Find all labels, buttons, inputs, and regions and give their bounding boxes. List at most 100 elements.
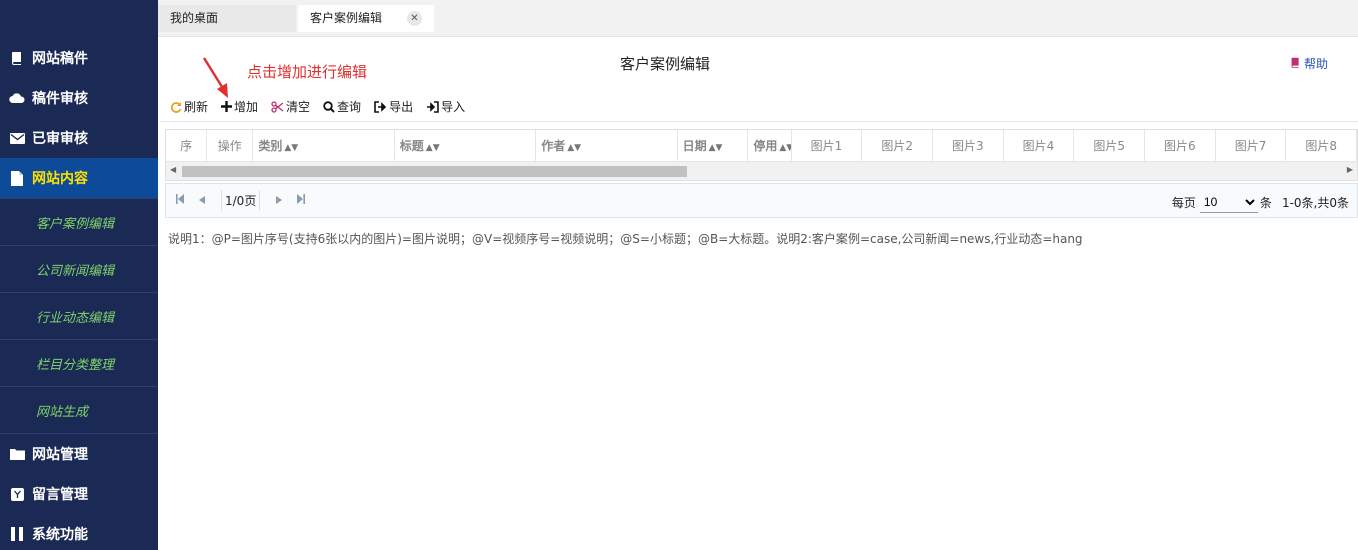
export-button[interactable]: 导出 (374, 98, 413, 115)
sidebar: 网站稿件 稿件审核 已审审核 网站内容 客户案例编辑 公司新闻编辑 行业动态编辑… (0, 0, 158, 550)
sidebar-subitem-case-edit[interactable]: 客户案例编辑 (0, 198, 158, 245)
horizontal-scrollbar[interactable]: ◀ ▶ (166, 162, 1357, 180)
sidebar-item-messages[interactable]: 留言管理 (0, 474, 158, 514)
col-image7: 图片7 (1216, 130, 1287, 162)
col-disabled[interactable]: 停用▲▼ (748, 130, 792, 162)
book-icon (9, 50, 25, 66)
sort-icon: ▲▼ (567, 143, 582, 153)
tab-case-edit[interactable]: 客户案例编辑 ✕ (298, 5, 434, 32)
pagination: 1/0页 每页 10 条 1-0条,共0条 (165, 183, 1358, 218)
col-image8: 图片8 (1286, 130, 1357, 162)
col-title[interactable]: 标题 ▲▼ (395, 130, 537, 162)
sidebar-top (0, 0, 158, 36)
sidebar-item-label: 网站稿件 (32, 51, 88, 67)
query-button[interactable]: 查询 (323, 98, 361, 115)
sidebar-item-label: 网站内容 (32, 171, 88, 187)
total-count: 1-0条,共0条 (1281, 196, 1349, 210)
sidebar-subitem-news-edit[interactable]: 公司新闻编辑 (0, 245, 158, 292)
toolbar: 刷新 增加 清空 查询 导出 导入 (160, 92, 1358, 122)
import-label: 导入 (441, 100, 466, 114)
col-label: 停用 (753, 139, 778, 153)
sidebar-item-label: 网站管理 (32, 447, 88, 463)
col-image6: 图片6 (1145, 130, 1216, 162)
col-label: 标题 (399, 139, 424, 153)
sort-icon: ▲▼ (284, 143, 299, 153)
annotation-text: 点击增加进行编辑 (247, 63, 368, 81)
page-title: 客户案例编辑 (620, 55, 711, 73)
cloud-icon (9, 90, 25, 106)
sidebar-item-label: 稿件审核 (32, 91, 88, 107)
tab-label: 我的桌面 (170, 11, 219, 25)
sidebar-item-reviewed[interactable]: 已审审核 (0, 118, 158, 158)
message-icon (9, 486, 25, 502)
tab-bar: 我的桌面 客户案例编辑 ✕ (158, 0, 1358, 37)
clear-label: 清空 (286, 100, 311, 114)
first-page-icon[interactable] (176, 194, 185, 207)
add-label: 增加 (234, 100, 259, 114)
col-category[interactable]: 类别 ▲▼ (253, 130, 395, 162)
pager-right: 每页 10 条 1-0条,共0条 (1172, 192, 1349, 213)
sidebar-subitem-category[interactable]: 栏目分类整理 (0, 339, 158, 386)
sidebar-item-site-manage[interactable]: 网站管理 (0, 434, 158, 474)
sort-icon: ▲▼ (779, 143, 790, 153)
refresh-button[interactable]: 刷新 (170, 98, 208, 115)
sidebar-item-review[interactable]: 稿件审核 (0, 78, 158, 118)
plus-icon (221, 101, 233, 112)
sidebar-item-label: 系统功能 (32, 527, 88, 543)
tab-desktop[interactable]: 我的桌面 (158, 5, 296, 32)
tab-label: 客户案例编辑 (310, 11, 383, 25)
col-date[interactable]: 日期 ▲▼ (678, 130, 749, 162)
col-image5: 图片5 (1074, 130, 1145, 162)
file-icon (9, 170, 25, 186)
import-button[interactable]: 导入 (426, 98, 465, 115)
col-index: 序 (166, 130, 208, 162)
col-label: 日期 (682, 139, 707, 153)
export-label: 导出 (389, 100, 414, 114)
per-page-label: 每页 (1171, 196, 1196, 210)
query-label: 查询 (337, 100, 362, 114)
sidebar-item-label: 留言管理 (32, 487, 88, 503)
scrollbar-thumb[interactable] (182, 166, 687, 177)
sidebar-subitem-generate[interactable]: 网站生成 (0, 386, 158, 433)
col-image4: 图片4 (1004, 130, 1075, 162)
refresh-icon (170, 101, 182, 113)
help-link[interactable]: 帮助 (1290, 55, 1328, 72)
scroll-right-icon[interactable]: ▶ (1347, 165, 1353, 174)
sidebar-item-content[interactable]: 网站内容 (0, 158, 158, 198)
col-image2: 图片2 (862, 130, 933, 162)
sort-icon: ▲▼ (708, 143, 723, 153)
export-icon (374, 100, 387, 113)
pause-icon (9, 526, 25, 542)
sidebar-subitem-industry-edit[interactable]: 行业动态编辑 (0, 292, 158, 339)
next-page-icon[interactable] (276, 194, 283, 207)
data-table: 序 操作 类别▲▼ 标题▲▼ 作者▲▼ 日期▲▼ 停用▲▼ 图片1 图片2 图片… (165, 129, 1358, 181)
sidebar-submenu: 客户案例编辑 公司新闻编辑 行业动态编辑 栏目分类整理 网站生成 (0, 198, 158, 434)
import-icon (426, 100, 439, 113)
prev-page-icon[interactable] (199, 194, 205, 207)
col-label: 作者 (541, 139, 566, 153)
scroll-left-icon[interactable]: ◀ (170, 165, 176, 174)
clear-button[interactable]: 清空 (271, 98, 310, 115)
sidebar-item-system[interactable]: 系统功能 (0, 514, 158, 550)
per-page-unit: 条 (1259, 196, 1272, 210)
close-icon[interactable]: ✕ (407, 11, 422, 26)
table-header: 序 操作 类别▲▼ 标题▲▼ 作者▲▼ 日期▲▼ 停用▲▼ 图片1 图片2 图片… (166, 130, 1357, 162)
col-author[interactable]: 作者 ▲▼ (536, 130, 678, 162)
sidebar-item-label: 已审审核 (32, 131, 88, 147)
col-image1: 图片1 (792, 130, 863, 162)
scissors-icon (271, 100, 284, 113)
help-label: 帮助 (1304, 57, 1329, 71)
folder-icon (9, 446, 25, 462)
per-page-select[interactable]: 10 (1199, 192, 1258, 213)
sort-icon: ▲▼ (425, 143, 440, 153)
col-image3: 图片3 (933, 130, 1004, 162)
col-label: 类别 (258, 139, 283, 153)
add-button[interactable]: 增加 (221, 98, 258, 115)
help-note: 说明1：@P=图片序号(支持6张以内的图片)=图片说明；@V=视频序号=视频说明… (168, 232, 1083, 246)
sidebar-item-articles[interactable]: 网站稿件 (0, 38, 158, 78)
last-page-icon[interactable] (296, 194, 306, 207)
col-action: 操作 (207, 130, 254, 162)
book-icon (1290, 57, 1301, 71)
envelope-icon (9, 130, 25, 146)
refresh-label: 刷新 (184, 100, 209, 114)
